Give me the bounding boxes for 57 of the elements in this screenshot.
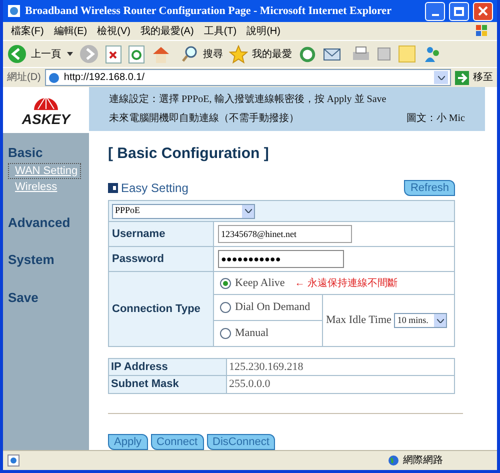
radio-button[interactable] <box>220 328 231 339</box>
menu-item[interactable]: 工具(T) <box>204 24 237 38</box>
section-icon <box>108 183 118 193</box>
star-icon <box>229 44 248 64</box>
globe-icon <box>388 455 399 466</box>
section-title: Easy Setting <box>121 180 190 197</box>
radio-button[interactable] <box>220 302 231 313</box>
favorites-button[interactable]: 我的最愛 <box>229 44 292 64</box>
address-label: 網址(D) <box>7 70 41 85</box>
password-field[interactable]: ●●●●●●●●●●● <box>218 250 344 268</box>
window-title: Broadband Wireless Router Configuration Page - Microsoft Internet Explorer <box>25 4 392 19</box>
username-field[interactable]: 12345678@hinet.net <box>218 225 352 243</box>
credit-text: 圖文：小 Mic <box>406 112 465 126</box>
address-field[interactable]: http://192.168.0.1/ <box>44 69 451 86</box>
field-label: Username <box>112 226 166 242</box>
maximize-button[interactable] <box>449 2 469 20</box>
sidebar-section[interactable]: Basic <box>8 143 89 162</box>
sidebar-section[interactable]: Save <box>8 288 89 307</box>
menu-item[interactable]: 檢視(V) <box>97 24 130 38</box>
page-title: [ Basic Configuration ] <box>108 144 270 164</box>
stop-icon[interactable] <box>105 44 122 64</box>
option-label: Keep Alive <box>235 276 285 291</box>
windows-logo-icon <box>475 24 489 38</box>
search-button[interactable]: 搜尋 <box>181 45 223 63</box>
sidebar-section[interactable]: Advanced <box>8 212 89 232</box>
annotation-text: ← 永遠保持連線不間斷 <box>294 276 398 290</box>
info-label: Subnet Mask <box>111 377 179 392</box>
close-button[interactable] <box>473 2 493 20</box>
menu-item[interactable]: 編輯(E) <box>54 24 88 38</box>
banner-text: 連線設定：選擇 PPPoE, 輸入撥號連線帳密後，按 Apply 並 Save <box>109 92 388 107</box>
option-label: Dial On Demand <box>235 300 310 316</box>
close-icon <box>478 6 488 16</box>
search-icon <box>181 45 199 63</box>
go-button[interactable]: 移至 <box>455 70 493 85</box>
banner-text: 未來電腦開機即自動連線（不需手動撥接） <box>109 112 299 126</box>
zone-text: 網際網路 <box>403 454 443 468</box>
idle-label: Max Idle Time <box>326 313 392 328</box>
field-label: Connection Type <box>112 302 200 317</box>
print-icon[interactable] <box>351 45 371 63</box>
radio-button[interactable] <box>220 278 231 288</box>
info-label: IP Address <box>111 360 168 375</box>
mode-select[interactable]: PPPoE <box>112 204 255 218</box>
minimize-button[interactable] <box>425 2 445 20</box>
sidebar-section[interactable]: System <box>8 250 89 270</box>
go-arrow-icon <box>455 70 469 84</box>
menu-item[interactable]: 說明(H) <box>246 24 280 38</box>
refresh-icon[interactable] <box>128 44 145 64</box>
back-button[interactable]: 上一頁 <box>7 44 61 64</box>
home-icon[interactable] <box>151 44 171 64</box>
field-label: Password <box>112 252 164 267</box>
menu-item[interactable]: 檔案(F) <box>11 24 44 38</box>
menu-item[interactable]: 我的最愛(A) <box>140 24 194 38</box>
option-label: Manual <box>235 326 269 342</box>
dropdown-arrow-icon[interactable] <box>67 52 73 56</box>
idle-select[interactable]: 10 mins. <box>394 313 448 328</box>
info-value: 125.230.169.218 <box>229 360 304 375</box>
info-value: 255.0.0.0 <box>229 377 270 392</box>
